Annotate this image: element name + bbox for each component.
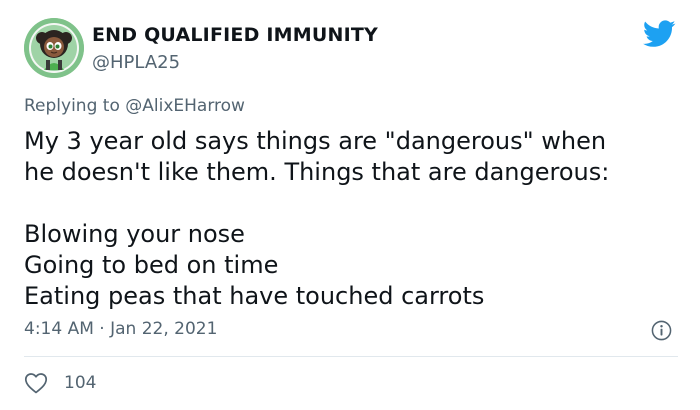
heart-icon[interactable] bbox=[24, 372, 48, 394]
reply-prefix: Replying to bbox=[24, 96, 126, 116]
user-handle[interactable]: @HPLA25 bbox=[92, 52, 180, 73]
twitter-bird-icon[interactable] bbox=[643, 20, 676, 48]
like-action[interactable]: 104 bbox=[24, 370, 96, 396]
reply-mention-link[interactable]: @AlixEHarrow bbox=[125, 96, 245, 116]
tweet-timestamp[interactable]: 4:14 AM · Jan 22, 2021 bbox=[24, 319, 217, 339]
divider bbox=[24, 356, 678, 357]
tweet-line: he doesn't like them. Things that are da… bbox=[24, 158, 610, 186]
like-count: 104 bbox=[64, 373, 97, 393]
info-icon[interactable] bbox=[651, 320, 672, 341]
tweet-list-item: Going to bed on time bbox=[24, 251, 279, 279]
display-name[interactable]: END QUALIFIED IMMUNITY bbox=[92, 24, 378, 46]
paragraph-break bbox=[24, 188, 684, 219]
tweet-list-item: Blowing your nose bbox=[24, 220, 245, 248]
avatar[interactable] bbox=[24, 18, 84, 78]
cartoon-girl-avatar-icon bbox=[24, 18, 84, 78]
tweet-list-item: Eating peas that have touched carrots bbox=[24, 282, 485, 310]
tweet-line: My 3 year old says things are "dangerous… bbox=[24, 127, 607, 155]
reply-context: Replying to @AlixEHarrow bbox=[24, 96, 245, 116]
tweet-text: My 3 year old says things are "dangerous… bbox=[24, 126, 684, 312]
tweet-card: END QUALIFIED IMMUNITY @HPLA25 Replying … bbox=[0, 0, 700, 410]
